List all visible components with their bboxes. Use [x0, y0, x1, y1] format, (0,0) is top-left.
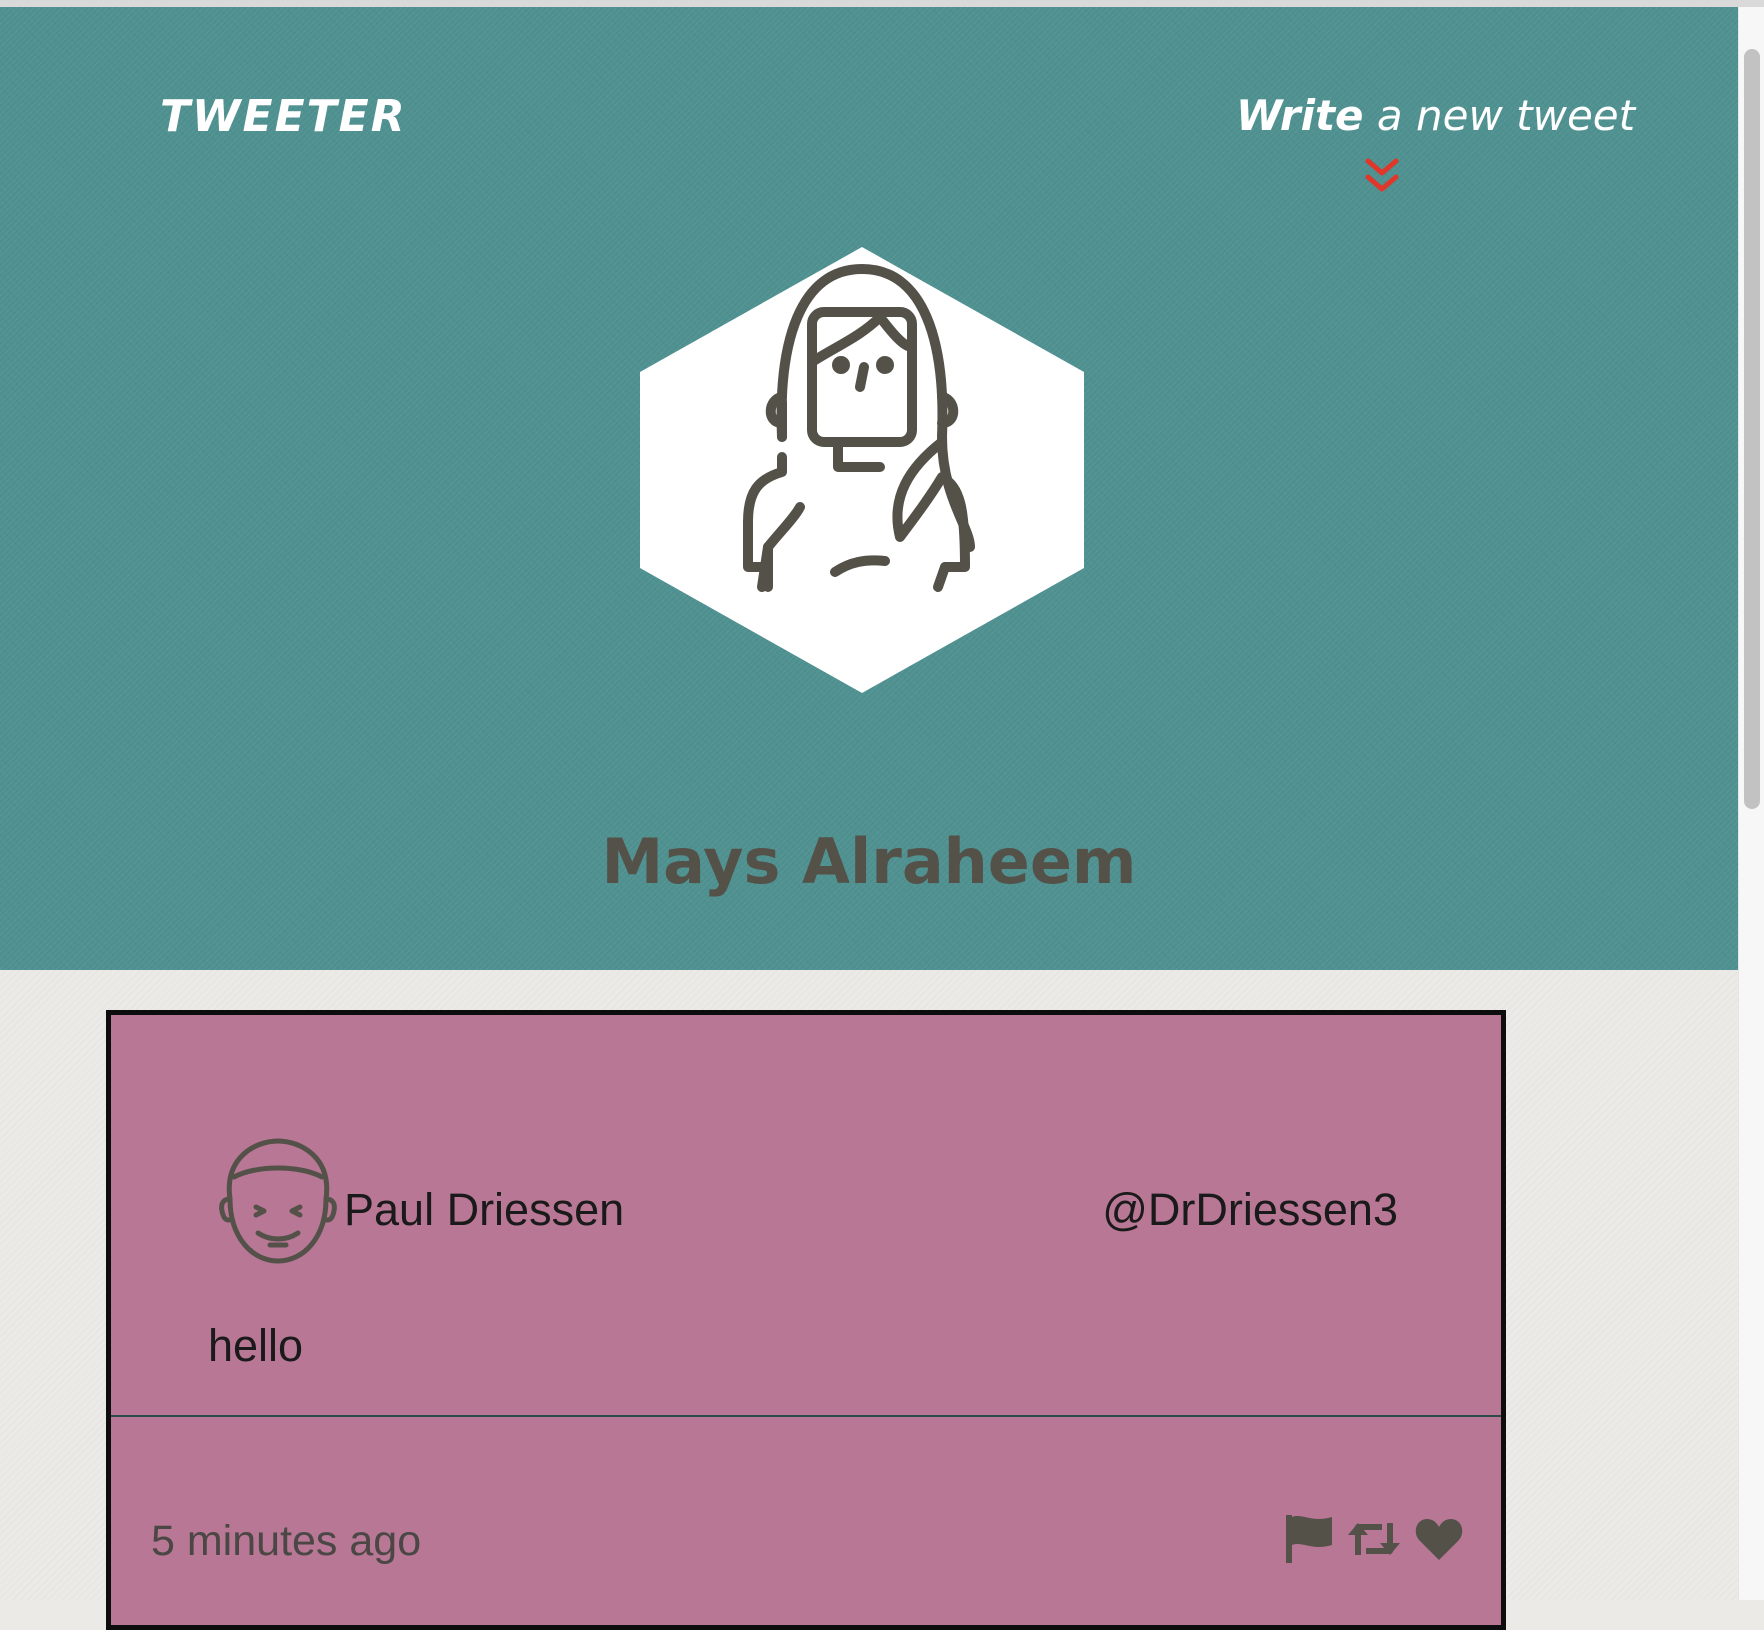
tweet-timestamp: 5 minutes ago [151, 1517, 422, 1565]
scrollbar-thumb[interactable] [1744, 49, 1760, 809]
flag-icon[interactable] [1284, 1513, 1334, 1570]
profile-name: Mays Alraheem [601, 825, 1137, 898]
tweet-author-name: Paul Driessen [344, 1184, 625, 1235]
tweet-text: hello [208, 1320, 304, 1371]
retweet-icon[interactable] [1346, 1517, 1402, 1566]
page: TWEETER Write a new tweet Mays Alraheem … [0, 7, 1738, 1630]
heart-icon[interactable] [1414, 1516, 1464, 1567]
tweet-card: Paul Driessen @DrDriessen3 hello 5 minut… [106, 1010, 1506, 1630]
profile-avatar [640, 247, 1084, 693]
app-logo[interactable]: TWEETER [160, 91, 407, 142]
tweet-author-handle: @DrDriessen3 [1102, 1184, 1398, 1235]
browser-top-bar [0, 0, 1764, 7]
compose-label-rest: a new tweet [1363, 91, 1636, 140]
tweet-content: Paul Driessen @DrDriessen3 hello [111, 1015, 1501, 1417]
write-new-tweet-button[interactable]: Write a new tweet [1236, 91, 1635, 140]
tweet-actions [1284, 1514, 1464, 1569]
scrollbar[interactable] [1738, 7, 1764, 1600]
double-chevron-down-icon[interactable] [1362, 155, 1402, 199]
boy-avatar-icon [219, 1138, 337, 1264]
profile-header: TWEETER Write a new tweet Mays Alraheem [0, 7, 1738, 970]
compose-label-strong: Write [1236, 91, 1364, 140]
author-avatar [219, 1138, 337, 1264]
